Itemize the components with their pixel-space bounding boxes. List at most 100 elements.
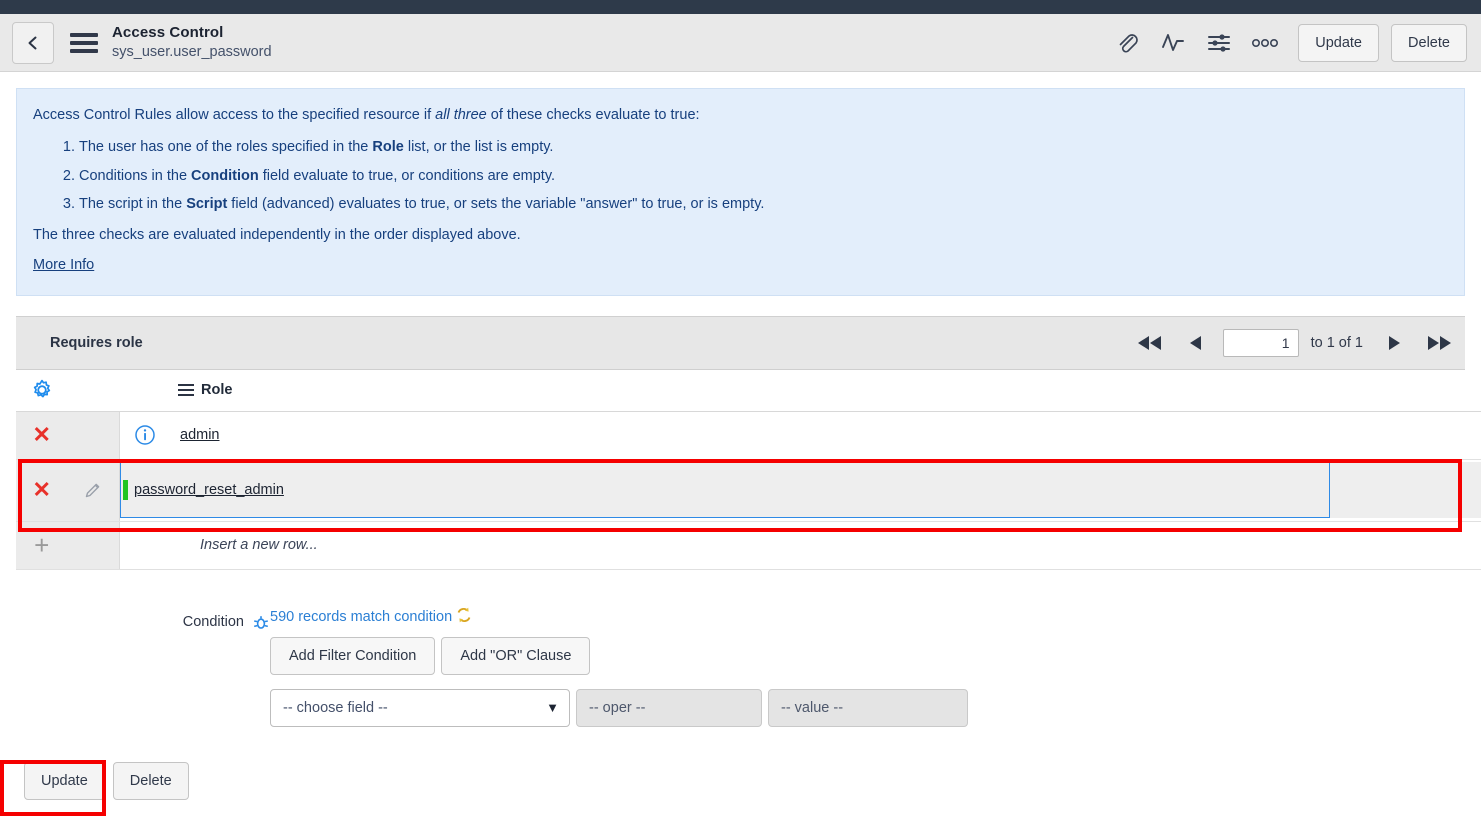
list-column-header: Role xyxy=(16,369,1481,412)
table-row[interactable]: ✕ admin xyxy=(16,411,1481,460)
page-title: Access Control xyxy=(112,23,224,41)
filter-row: -- choose field -- ▼ -- oper -- -- value… xyxy=(270,688,968,727)
row-actions: ✕ xyxy=(16,459,120,521)
add-row-icon[interactable]: + xyxy=(16,532,68,558)
refresh-records-icon[interactable] xyxy=(455,606,473,629)
condition-debug-icon[interactable] xyxy=(252,614,270,637)
row-actions: + xyxy=(16,521,120,569)
edit-pencil-icon[interactable] xyxy=(68,480,120,500)
menu-bar xyxy=(178,388,194,392)
condition-section: Condition 590 records match condition Ad… xyxy=(0,606,1481,727)
delete-button-footer[interactable]: Delete xyxy=(112,762,189,800)
menu-bar xyxy=(178,393,194,397)
column-header-role[interactable]: Role xyxy=(178,382,232,398)
form-footer-actions: Update Delete xyxy=(0,760,189,816)
chevron-left-icon xyxy=(28,36,37,49)
pagination-controls: to 1 of 1 xyxy=(1125,323,1465,363)
activity-icon[interactable] xyxy=(1152,21,1194,65)
operator-select[interactable]: -- oper -- xyxy=(576,688,762,727)
records-match-link[interactable]: 590 records match condition xyxy=(270,609,452,625)
check-text-post: field (advanced) evaluates to true, or s… xyxy=(227,195,765,212)
info-banner-wrapper: Access Control Rules allow access to the… xyxy=(0,72,1481,296)
last-page-icon[interactable] xyxy=(1415,323,1465,363)
previous-page-icon[interactable] xyxy=(1175,323,1217,363)
table-row[interactable]: ✕ password_reset_admin xyxy=(16,459,1481,522)
related-list-title: Requires role xyxy=(50,334,143,351)
top-accent-bar xyxy=(0,0,1481,14)
attachment-icon[interactable] xyxy=(1106,21,1148,65)
check-text-pre: The script in the xyxy=(79,195,187,212)
delete-row-icon[interactable]: ✕ xyxy=(16,479,68,501)
list-settings-gear-icon[interactable] xyxy=(16,378,68,402)
insert-row-label: Insert a new row... xyxy=(200,537,318,554)
condition-label: Condition xyxy=(182,613,244,630)
check-text-bold: Role xyxy=(372,139,404,156)
hamburger-bar xyxy=(70,40,98,45)
check-text-bold: Condition xyxy=(191,167,259,184)
page-number-input[interactable] xyxy=(1222,328,1299,357)
update-button-header[interactable]: Update xyxy=(1298,23,1379,62)
page-range-label: to 1 of 1 xyxy=(1310,334,1363,351)
header-actions: Update Delete xyxy=(1106,21,1467,65)
banner-intro: Access Control Rules allow access to the… xyxy=(33,107,1440,124)
mandatory-marker xyxy=(123,480,128,501)
menu-bar xyxy=(178,383,194,387)
check-text-pre: Conditions in the xyxy=(79,167,192,184)
add-or-clause-button[interactable]: Add "OR" Clause xyxy=(441,636,591,675)
banner-intro-emphasis: all three xyxy=(435,107,487,123)
value-value: -- value -- xyxy=(781,699,844,716)
chevron-down-icon: ▼ xyxy=(546,700,559,716)
insert-row-cell: Insert a new row... xyxy=(120,522,1481,569)
banner-check-item: Conditions in the Condition field evalua… xyxy=(79,167,1440,185)
filter-buttons: Add Filter Condition Add "OR" Clause xyxy=(270,636,968,675)
form-header: Access Control sys_user.user_password Up… xyxy=(0,14,1481,72)
role-reference-input[interactable]: password_reset_admin xyxy=(120,462,1330,519)
personalize-form-icon[interactable] xyxy=(1198,21,1240,65)
hamburger-bar xyxy=(70,48,98,53)
row-cell-role: admin xyxy=(120,412,1481,459)
first-page-icon[interactable] xyxy=(1125,323,1175,363)
row-cell-role-editing: password_reset_admin xyxy=(120,460,1481,521)
back-button[interactable] xyxy=(12,21,54,64)
check-text-post: list, or the list is empty. xyxy=(403,139,554,156)
check-text-post: field evaluate to true, or conditions ar… xyxy=(258,167,556,184)
banner-checks-list: The user has one of the roles specified … xyxy=(33,138,1440,212)
insert-new-row[interactable]: + Insert a new row... xyxy=(16,521,1481,570)
role-rows-grid: ✕ admin ✕ password_reset_admin + Insert … xyxy=(16,411,1481,570)
banner-closing: The three checks are evaluated independe… xyxy=(33,226,521,243)
add-filter-condition-button[interactable]: Add Filter Condition xyxy=(270,636,436,675)
check-text-pre: The user has one of the roles specified … xyxy=(79,139,373,156)
banner-intro-pre: Access Control Rules allow access to the… xyxy=(33,107,436,123)
update-button-footer[interactable]: Update xyxy=(24,762,105,800)
next-page-icon[interactable] xyxy=(1373,323,1415,363)
hamburger-menu-icon[interactable] xyxy=(70,31,98,55)
choose-field-select[interactable]: -- choose field -- ▼ xyxy=(270,688,570,727)
page-subtitle: sys_user.user_password xyxy=(112,44,272,61)
operator-value: -- oper -- xyxy=(589,699,646,716)
choose-field-value: -- choose field -- xyxy=(283,699,388,716)
condition-builder: 590 records match condition Add Filter C… xyxy=(270,606,968,727)
more-info-link[interactable]: More Info xyxy=(33,258,94,273)
role-link[interactable]: admin xyxy=(180,427,220,443)
value-select[interactable]: -- value -- xyxy=(768,688,968,727)
delete-button-header[interactable]: Delete xyxy=(1391,23,1467,62)
related-list-header: Requires role to 1 of 1 xyxy=(16,315,1465,370)
hamburger-bar xyxy=(70,32,98,37)
condition-label-column: Condition xyxy=(0,606,270,727)
info-icon[interactable] xyxy=(134,424,156,446)
access-control-info-banner: Access Control Rules allow access to the… xyxy=(16,88,1465,296)
requires-role-related-list: Requires role to 1 of 1 xyxy=(0,315,1481,570)
more-options-icon[interactable] xyxy=(1244,21,1286,65)
banner-intro-post: of these checks evaluate to true: xyxy=(486,107,700,123)
banner-check-item: The user has one of the roles specified … xyxy=(79,138,1440,156)
column-menu-icon[interactable] xyxy=(178,383,194,397)
records-match-line: 590 records match condition xyxy=(270,606,968,629)
check-text-bold: Script xyxy=(186,195,228,212)
row-actions: ✕ xyxy=(16,411,120,459)
banner-check-item: The script in the Script field (advanced… xyxy=(79,195,1440,213)
delete-row-icon[interactable]: ✕ xyxy=(16,424,68,446)
role-link[interactable]: password_reset_admin xyxy=(134,482,284,498)
title-block: Access Control sys_user.user_password xyxy=(112,24,272,62)
row-cell-filler xyxy=(1330,462,1481,519)
column-header-label: Role xyxy=(201,382,233,399)
